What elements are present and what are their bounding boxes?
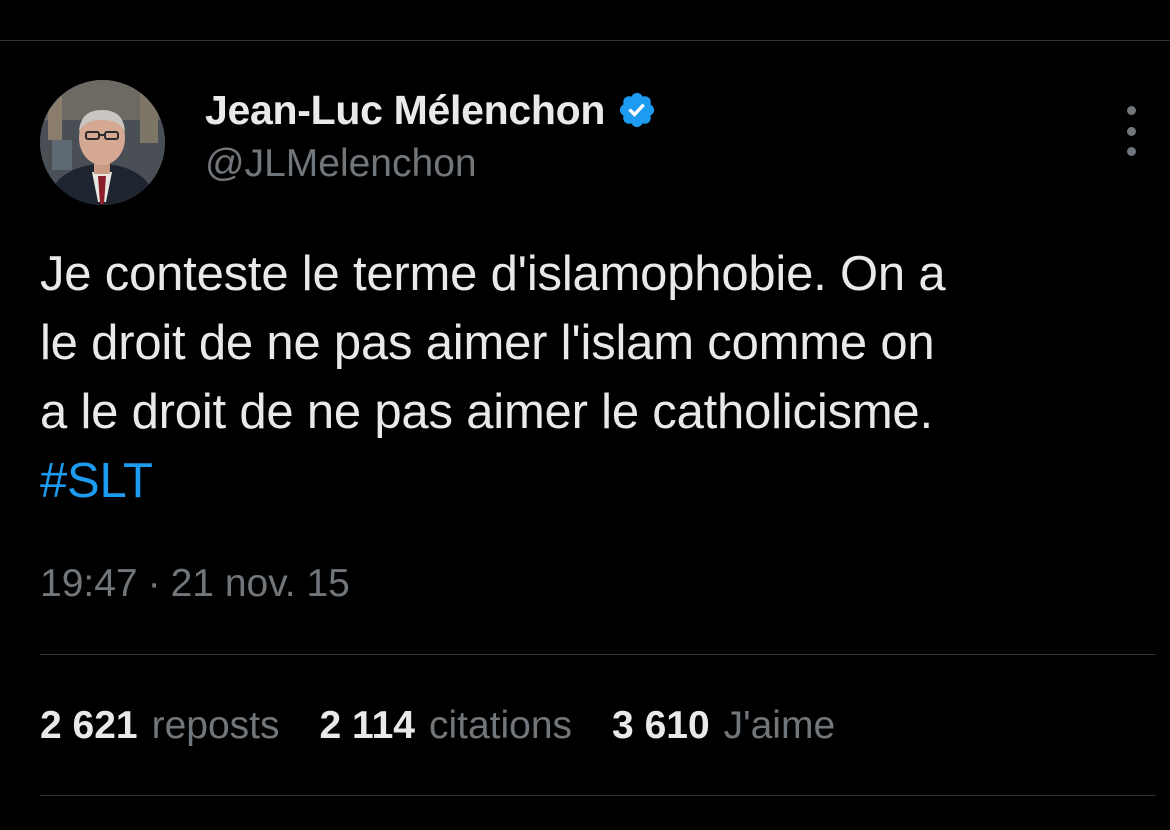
reposts-stat[interactable]: 2 621 reposts [40, 704, 280, 748]
more-dot [1126, 126, 1136, 136]
quotes-label: citations [428, 704, 573, 747]
tweet-text-line: a le droit de ne pas aimer le catholicis… [40, 385, 933, 439]
more-dot [1126, 147, 1136, 156]
likes-count: 3 610 [612, 704, 710, 747]
author-name[interactable]: Jean-Luc Mélenchon [205, 87, 605, 134]
likes-label: J'aime [723, 704, 836, 747]
author-name-row: Jean-Luc Mélenchon [205, 86, 657, 134]
verified-badge-icon [617, 90, 657, 130]
tweet-text-line: Je conteste le terme d'islamophobie. On … [40, 247, 946, 301]
more-dot [1126, 106, 1136, 115]
stats-top-divider [40, 654, 1156, 655]
more-options-icon[interactable] [1116, 106, 1146, 156]
avatar-image [40, 80, 165, 205]
engagement-stats: 2 621 reposts 2 114 citations 3 610 J'ai… [40, 704, 875, 748]
timestamp[interactable]: 19:47 · 21 nov. 15 [40, 562, 350, 606]
quotes-stat[interactable]: 2 114 citations [320, 704, 573, 748]
top-divider [0, 40, 1170, 41]
timestamp-separator: · [147, 562, 161, 605]
reposts-count: 2 621 [40, 704, 138, 747]
likes-stat[interactable]: 3 610 J'aime [612, 704, 835, 748]
tweet-date: 21 nov. 15 [170, 562, 350, 605]
reposts-label: reposts [151, 704, 280, 747]
author-handle[interactable]: @JLMelenchon [205, 142, 477, 186]
avatar[interactable] [40, 80, 165, 205]
quotes-count: 2 114 [319, 704, 415, 747]
hashtag-link[interactable]: #SLT [40, 447, 153, 516]
stats-bottom-divider [40, 795, 1156, 796]
tweet-text-line: le droit de ne pas aimer l'islam comme o… [40, 316, 935, 370]
tweet-time: 19:47 [40, 562, 138, 605]
tweet-text: Je conteste le terme d'islamophobie. On … [40, 240, 1155, 516]
